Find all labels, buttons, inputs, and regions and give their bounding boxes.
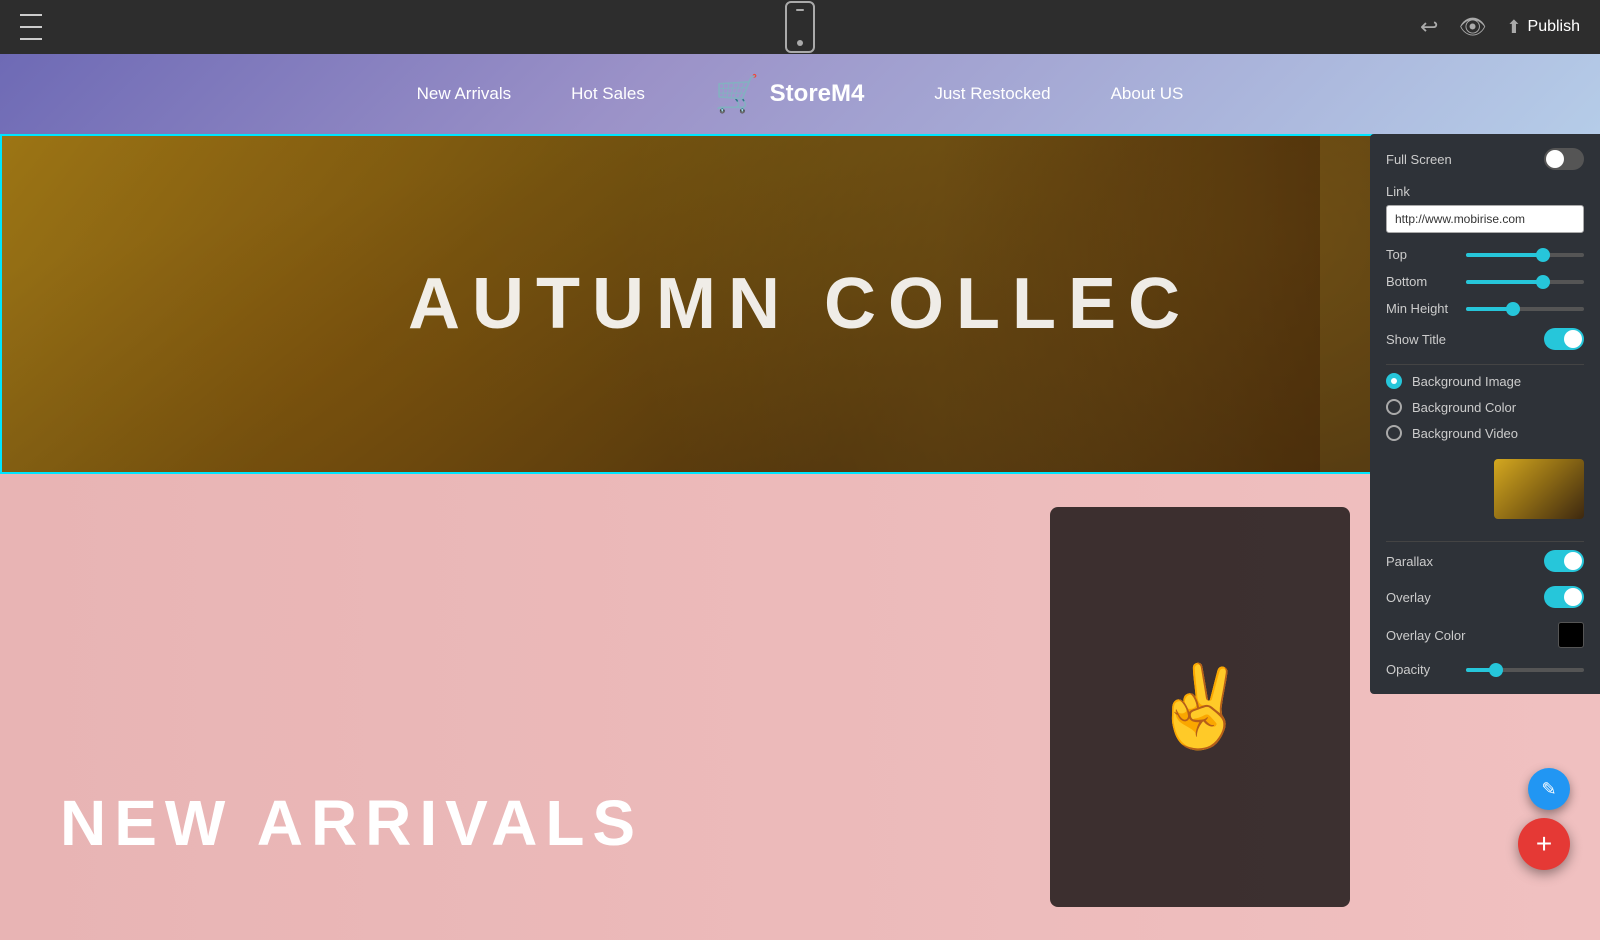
new-arrivals-title: NEW ARRIVALS: [60, 786, 643, 860]
divider-2: [1386, 541, 1584, 542]
link-section: Link: [1386, 184, 1584, 247]
opacity-label: Opacity: [1386, 662, 1456, 677]
bg-color-row[interactable]: Background Color: [1386, 399, 1584, 415]
add-fab[interactable]: +: [1518, 818, 1570, 870]
link-label: Link: [1386, 184, 1584, 199]
overlay-color-label: Overlay Color: [1386, 628, 1465, 643]
overlay-color-swatch[interactable]: [1558, 622, 1584, 648]
edit-icon: ✎: [1541, 779, 1556, 800]
overlay-toggle[interactable]: [1544, 586, 1584, 608]
publish-label: Publish: [1528, 18, 1580, 36]
new-arrivals-section: ✌️ NEW ARRIVALS: [0, 474, 1600, 940]
overlay-row: Overlay: [1386, 586, 1584, 608]
hero-section: AUTUMN COLLEC ⇅ ↓ </> ⚙ 🗑: [0, 134, 1600, 474]
top-slider[interactable]: [1466, 253, 1584, 257]
bg-image-row[interactable]: Background Image: [1386, 373, 1584, 389]
nav-item-new-arrivals[interactable]: New Arrivals: [387, 84, 541, 104]
hero-title: AUTUMN COLLEC: [408, 263, 1192, 345]
settings-panel: Full Screen Link Top Bottom Min Height: [1370, 134, 1600, 694]
toolbar-right: ↩ 👁 ⬆ Publish: [1420, 14, 1580, 40]
preview-icon[interactable]: 👁: [1458, 14, 1486, 40]
nav-item-about-us[interactable]: About US: [1081, 84, 1214, 104]
min-height-slider[interactable]: [1466, 307, 1584, 311]
nav-links: New Arrivals Hot Sales 🛒 StoreM4 Just Re…: [0, 73, 1600, 115]
thumbnail-area: [1386, 451, 1584, 531]
bg-video-row[interactable]: Background Video: [1386, 425, 1584, 441]
opacity-slider[interactable]: [1466, 668, 1584, 672]
show-title-label: Show Title: [1386, 332, 1446, 347]
opacity-slider-row: Opacity: [1386, 662, 1584, 677]
bg-image-label: Background Image: [1412, 374, 1521, 389]
overlay-label: Overlay: [1386, 590, 1431, 605]
parallax-label: Parallax: [1386, 554, 1433, 569]
edit-fab[interactable]: ✎: [1528, 768, 1570, 810]
show-title-row: Show Title: [1386, 328, 1584, 350]
full-screen-toggle[interactable]: [1544, 148, 1584, 170]
undo-icon[interactable]: ↩: [1420, 14, 1438, 40]
bottom-slider[interactable]: [1466, 280, 1584, 284]
bg-thumbnail[interactable]: [1494, 459, 1584, 519]
overlay-color-row: Overlay Color: [1386, 622, 1584, 648]
bg-image-radio[interactable]: [1386, 373, 1402, 389]
publish-button[interactable]: ⬆ Publish: [1506, 17, 1580, 38]
min-height-label: Min Height: [1386, 301, 1456, 316]
bg-video-radio[interactable]: [1386, 425, 1402, 441]
show-title-toggle[interactable]: [1544, 328, 1584, 350]
parallax-row: Parallax: [1386, 550, 1584, 572]
nav-item-just-restocked[interactable]: Just Restocked: [904, 84, 1080, 104]
device-switcher: [785, 1, 815, 53]
phone-icon[interactable]: [785, 1, 815, 53]
bottom-label: Bottom: [1386, 274, 1456, 289]
add-icon: +: [1536, 828, 1552, 860]
parallax-toggle[interactable]: [1544, 550, 1584, 572]
top-slider-row: Top: [1386, 247, 1584, 262]
nav-item-hot-sales[interactable]: Hot Sales: [541, 84, 675, 104]
divider-1: [1386, 364, 1584, 365]
top-label: Top: [1386, 247, 1456, 262]
hamburger-menu[interactable]: [20, 11, 42, 43]
link-input[interactable]: [1386, 205, 1584, 233]
full-screen-label: Full Screen: [1386, 152, 1452, 167]
bg-color-label: Background Color: [1412, 400, 1516, 415]
nav-logo: 🛒 StoreM4: [675, 73, 905, 115]
nav-bar: New Arrivals Hot Sales 🛒 StoreM4 Just Re…: [0, 54, 1600, 134]
top-toolbar: ↩ 👁 ⬆ Publish: [0, 0, 1600, 54]
upload-icon: ⬆: [1506, 17, 1521, 38]
bg-color-radio[interactable]: [1386, 399, 1402, 415]
full-screen-row: Full Screen: [1386, 148, 1584, 170]
min-height-slider-row: Min Height: [1386, 301, 1584, 316]
logo-text: StoreM4: [770, 80, 865, 108]
bottom-slider-row: Bottom: [1386, 274, 1584, 289]
logo-cart-icon: 🛒: [715, 73, 760, 115]
bg-video-label: Background Video: [1412, 426, 1518, 441]
